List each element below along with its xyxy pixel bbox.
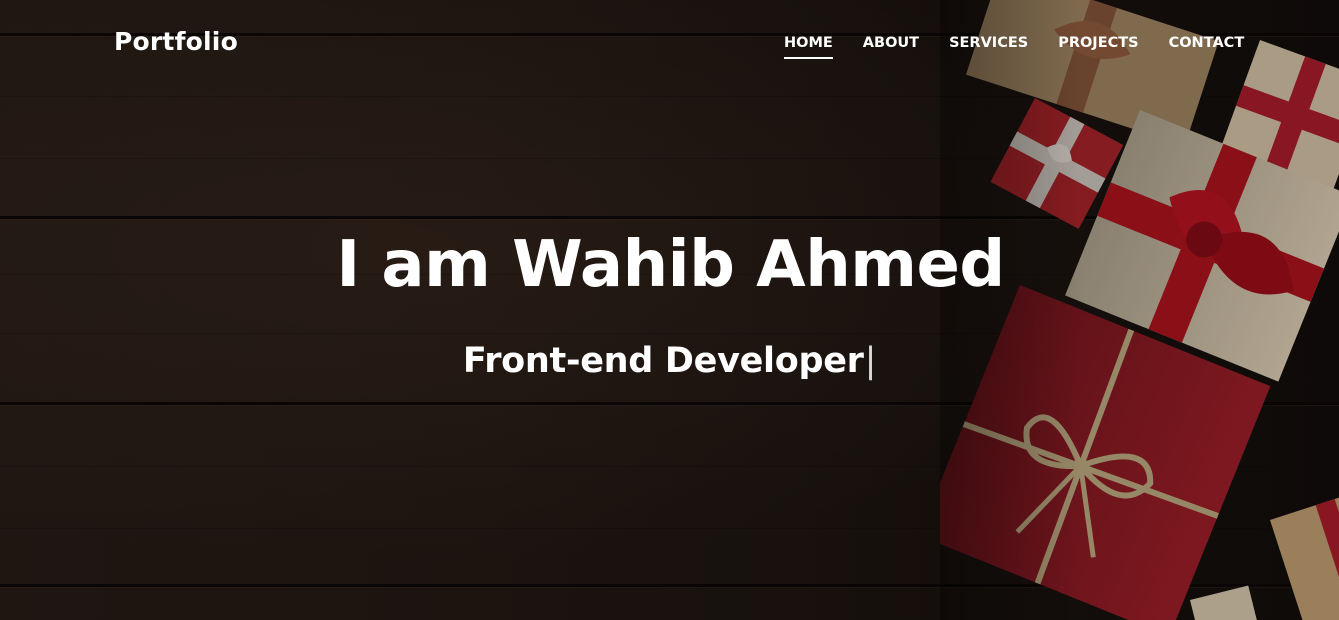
- navbar: Portfolio HOME ABOUT SERVICES PROJECTS C…: [0, 0, 1339, 80]
- brand-logo[interactable]: Portfolio: [114, 27, 238, 56]
- nav-link-projects[interactable]: PROJECTS: [1058, 35, 1138, 59]
- typing-cursor: |: [864, 341, 877, 381]
- nav-link-about[interactable]: ABOUT: [863, 35, 919, 59]
- typed-text: Front-end Developer: [462, 341, 864, 381]
- hero-subtitle: Front-end Developer|: [0, 338, 1339, 384]
- hero-section: Portfolio HOME ABOUT SERVICES PROJECTS C…: [0, 0, 1339, 620]
- nav-link-contact[interactable]: CONTACT: [1169, 35, 1245, 59]
- nav-link-services[interactable]: SERVICES: [949, 35, 1028, 59]
- hero-headline: I am Wahib Ahmed: [336, 228, 1005, 302]
- nav-links: HOME ABOUT SERVICES PROJECTS CONTACT: [784, 35, 1274, 59]
- nav-link-home[interactable]: HOME: [784, 35, 833, 59]
- hero-overlay: [0, 0, 1339, 620]
